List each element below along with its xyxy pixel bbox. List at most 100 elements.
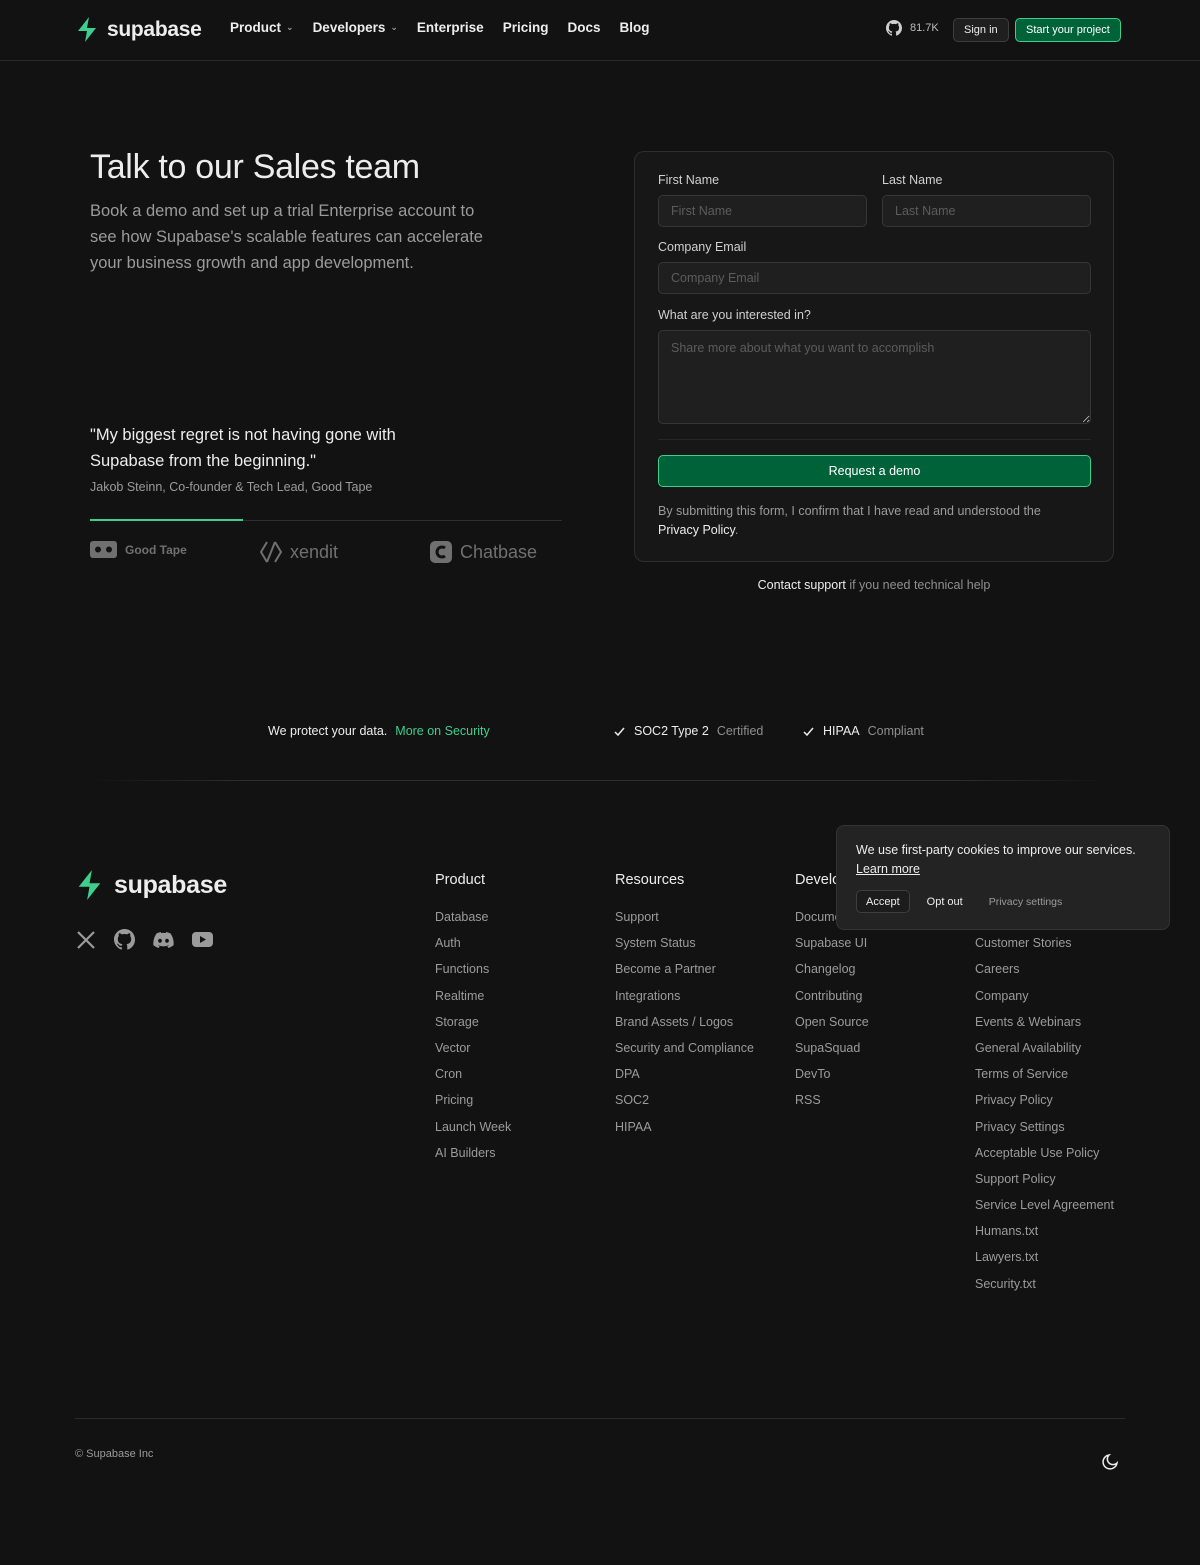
footer-link[interactable]: Acceptable Use Policy (975, 1144, 1114, 1170)
cookie-privacy-settings-button[interactable]: Privacy settings (980, 890, 1072, 913)
nav-blog[interactable]: Blog (619, 20, 649, 35)
theme-toggle-moon-icon[interactable] (1102, 1452, 1120, 1475)
footer-link[interactable]: Customer Stories (975, 934, 1114, 960)
footer-link[interactable]: Become a Partner (615, 960, 754, 986)
company-email-label: Company Email (658, 240, 747, 254)
cookie-opt-out-button[interactable]: Opt out (918, 890, 972, 913)
form-note-end: . (734, 523, 739, 537)
contact-support-link[interactable]: Contact support (758, 578, 846, 592)
first-name-input[interactable] (658, 195, 867, 227)
youtube-icon[interactable] (192, 929, 213, 950)
nav-product-label: Product (230, 20, 282, 35)
nav-developers[interactable]: Developers ⌄ (313, 20, 398, 35)
footer-col-resources: Resources Support System Status Become a Pa… (615, 872, 754, 1144)
footer-link[interactable]: Database (435, 908, 511, 934)
footer-link[interactable]: Functions (435, 960, 511, 986)
footer-link[interactable]: Lawyers.txt (975, 1248, 1114, 1274)
testimonial-quote: "My biggest regret is not having gone wi… (90, 426, 396, 470)
footer-link[interactable]: Open Source (795, 1013, 879, 1039)
footer-link[interactable]: Terms of Service (975, 1065, 1114, 1091)
footer-link[interactable]: Storage (435, 1013, 511, 1039)
footer-link[interactable]: Privacy Policy (975, 1091, 1114, 1117)
footer-link[interactable]: Contributing (795, 987, 879, 1013)
sign-in-button[interactable]: Sign in (953, 18, 1009, 42)
footer-link[interactable]: Events & Webinars (975, 1013, 1114, 1039)
footer-link[interactable]: Cron (435, 1065, 511, 1091)
check-icon (803, 727, 814, 736)
github-icon (886, 20, 902, 36)
last-name-input[interactable] (882, 195, 1091, 227)
form-note-text: By submitting this form, I confirm that … (658, 504, 1041, 518)
footer-link[interactable]: Company (975, 987, 1114, 1013)
request-demo-button[interactable]: Request a demo (658, 455, 1091, 487)
section-divider (90, 780, 1110, 781)
footer-link[interactable]: Vector (435, 1039, 511, 1065)
more-on-security-link[interactable]: More on Security (395, 724, 489, 738)
brand-xendit-label: xendit (290, 541, 339, 562)
brand-chatbase[interactable]: Chatbase (430, 541, 537, 563)
testimonial-author: Jakob Steinn, Co-founder & Tech Lead, Go… (90, 480, 373, 494)
interest-textarea[interactable] (658, 330, 1091, 424)
footer-link[interactable]: HIPAA (615, 1118, 754, 1144)
social-links (75, 929, 213, 950)
footer-divider (75, 1418, 1125, 1419)
supabase-bolt-icon (78, 870, 101, 900)
first-name-label: First Name (658, 173, 720, 187)
footer-link[interactable]: AI Builders (435, 1144, 511, 1170)
footer-link[interactable]: Careers (975, 960, 1114, 986)
footer-link[interactable]: Privacy Settings (975, 1118, 1114, 1144)
footer-link[interactable]: DevTo (795, 1065, 879, 1091)
footer-link[interactable]: Service Level Agreement (975, 1196, 1114, 1222)
footer-link[interactable]: General Availability (975, 1039, 1114, 1065)
footer-link[interactable]: Launch Week (435, 1118, 511, 1144)
x-twitter-icon[interactable] (75, 929, 96, 950)
nav-enterprise[interactable]: Enterprise (417, 20, 484, 35)
brand-good-tape[interactable]: Good Tape (90, 541, 187, 558)
start-project-button[interactable]: Start your project (1015, 18, 1121, 42)
footer-col-company: CompanyBlogCustomer StoriesCareersCompan… (975, 872, 1114, 1301)
supabase-logo[interactable]: supabase (75, 17, 202, 42)
footer-link[interactable]: SOC2 (615, 1091, 754, 1117)
footer-link[interactable]: Support (615, 908, 754, 934)
soc2-badge: SOC2 Type 2 Certified (613, 724, 763, 738)
footer-link[interactable]: SupaSquad (795, 1039, 879, 1065)
footer-link[interactable]: Humans.txt (975, 1222, 1114, 1248)
footer-link[interactable]: Security and Compliance (615, 1039, 754, 1065)
brand-chatbase-label: Chatbase (460, 541, 538, 562)
footer-link[interactable]: Brand Assets / Logos (615, 1013, 754, 1039)
cassette-icon (90, 541, 117, 558)
footer-link[interactable]: Supabase UI (795, 934, 879, 960)
footer-link[interactable]: Realtime (435, 987, 511, 1013)
support-text: if you need technical help (845, 578, 991, 592)
chevron-down-icon: ⌄ (286, 22, 294, 32)
nav-pricing[interactable]: Pricing (503, 20, 549, 35)
nav-docs[interactable]: Docs (567, 20, 600, 35)
cookie-accept-button[interactable]: Accept (856, 890, 910, 913)
github-icon[interactable] (114, 929, 135, 950)
check-icon (614, 727, 625, 736)
footer-link[interactable]: Pricing (435, 1091, 511, 1117)
cookie-actions: Accept Opt out Privacy settings (856, 890, 1071, 913)
footer-logo[interactable]: supabase (75, 870, 227, 900)
footer-link[interactable]: Support Policy (975, 1170, 1114, 1196)
footer-link[interactable]: Auth (435, 934, 511, 960)
company-email-input[interactable] (658, 262, 1091, 294)
cookie-learn-more-link[interactable]: Learn more (856, 862, 920, 876)
footer-link[interactable]: Integrations (615, 987, 754, 1013)
support-note: Contact support if you need technical he… (634, 578, 1114, 592)
cookie-banner: We use first-party cookies to improve ou… (836, 825, 1170, 930)
brand-xendit[interactable]: xendit (260, 541, 338, 563)
footer-link[interactable]: System Status (615, 934, 754, 960)
privacy-policy-link[interactable]: Privacy Policy (658, 523, 735, 537)
discord-icon[interactable] (153, 929, 174, 950)
github-star-count: 81.7K (910, 22, 939, 34)
supabase-bolt-icon (78, 17, 96, 42)
nav-product[interactable]: Product ⌄ (230, 20, 294, 35)
last-name-label: Last Name (882, 173, 943, 187)
footer-link[interactable]: RSS (795, 1091, 879, 1117)
github-stars-link[interactable]: 81.7K (886, 20, 939, 36)
page-title: Talk to our Sales team (90, 148, 420, 186)
footer-link[interactable]: DPA (615, 1065, 754, 1091)
footer-link[interactable]: Changelog (795, 960, 879, 986)
footer-link[interactable]: Security.txt (975, 1275, 1114, 1301)
